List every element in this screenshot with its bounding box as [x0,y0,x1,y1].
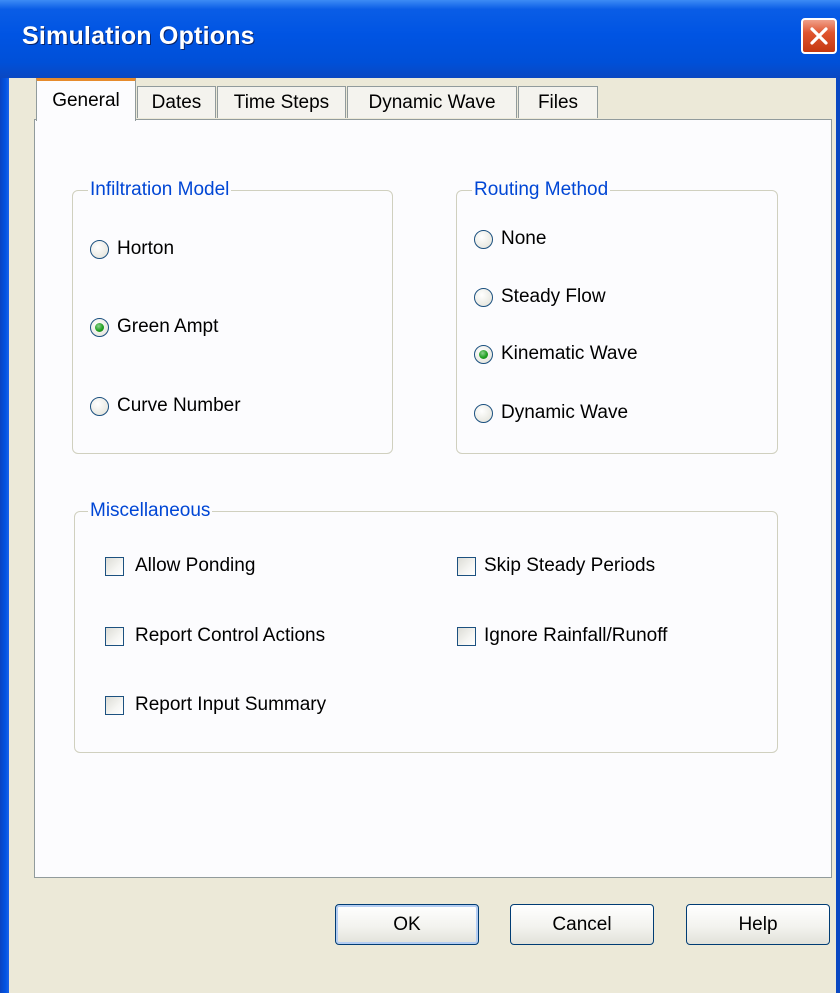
checkbox-label: Report Input Summary [135,694,327,715]
radio-indicator [90,396,109,416]
radio-indicator [90,239,109,259]
radio-indicator-selected [474,344,493,364]
title-bar[interactable]: Simulation Options [0,0,840,78]
tab-label: Time Steps [233,91,330,113]
help-button[interactable]: Help [686,904,830,945]
checkbox-skip-steady-periods[interactable]: Skip Steady Periods [457,555,655,577]
tab-dynamic-wave[interactable]: Dynamic Wave [347,86,517,118]
checkbox-report-input-summary[interactable]: Report Input Summary [105,694,326,716]
close-button[interactable] [801,18,837,54]
ok-button[interactable]: OK [335,904,479,945]
tab-files[interactable]: Files [518,86,598,118]
checkbox-indicator [457,626,476,646]
radio-label: None [501,228,547,249]
radio-horton[interactable]: Horton [90,238,174,260]
tab-time-steps[interactable]: Time Steps [217,86,346,118]
window-frame-right [836,78,840,993]
infiltration-model-group: Infiltration Model Horton Green Ampt Cur… [72,178,393,454]
routing-method-legend: Routing Method [472,178,611,202]
checkbox-label: Skip Steady Periods [484,555,656,576]
cancel-button[interactable]: Cancel [510,904,654,945]
radio-label: Curve Number [117,395,241,416]
infiltration-model-legend: Infiltration Model [88,178,232,202]
radio-indicator [474,229,493,249]
checkbox-ignore-rainfall-runoff[interactable]: Ignore Rainfall/Runoff [457,625,667,647]
radio-label: Horton [117,238,175,259]
radio-curve-number[interactable]: Curve Number [90,395,241,417]
radio-label: Kinematic Wave [501,343,638,364]
close-icon [810,27,828,45]
checkbox-indicator [105,695,124,715]
routing-method-group: Routing Method None Steady Flow Kinemati… [456,178,778,454]
tab-label: Dynamic Wave [368,91,496,113]
window-title: Simulation Options [22,22,255,50]
miscellaneous-legend: Miscellaneous [88,499,213,523]
checkbox-indicator [105,556,124,576]
tab-label: Dates [151,91,202,113]
checkbox-label: Ignore Rainfall/Runoff [484,625,668,646]
radio-label: Green Ampt [117,316,219,337]
radio-label: Steady Flow [501,286,606,307]
checkbox-indicator [457,556,476,576]
radio-dynamic-wave[interactable]: Dynamic Wave [474,402,628,424]
miscellaneous-group: Miscellaneous Allow Ponding Report Contr… [74,499,778,753]
window-frame-left [0,78,9,993]
radio-none[interactable]: None [474,228,546,250]
general-tab-panel: Infiltration Model Horton Green Ampt Cur… [34,119,832,878]
tab-general[interactable]: General [36,78,136,121]
checkbox-label: Allow Ponding [135,555,256,576]
radio-green-ampt[interactable]: Green Ampt [90,316,218,338]
radio-label: Dynamic Wave [501,402,629,423]
checkbox-allow-ponding[interactable]: Allow Ponding [105,555,255,577]
tab-label: General [52,90,120,111]
radio-kinematic-wave[interactable]: Kinematic Wave [474,343,638,365]
checkbox-report-control-actions[interactable]: Report Control Actions [105,625,325,647]
radio-indicator [474,403,493,423]
checkbox-label: Report Control Actions [135,625,326,646]
radio-indicator [474,287,493,307]
radio-steady-flow[interactable]: Steady Flow [474,286,606,308]
tab-label: Files [537,91,579,113]
checkbox-indicator [105,626,124,646]
radio-indicator-selected [90,317,109,337]
tab-dates[interactable]: Dates [137,86,216,118]
